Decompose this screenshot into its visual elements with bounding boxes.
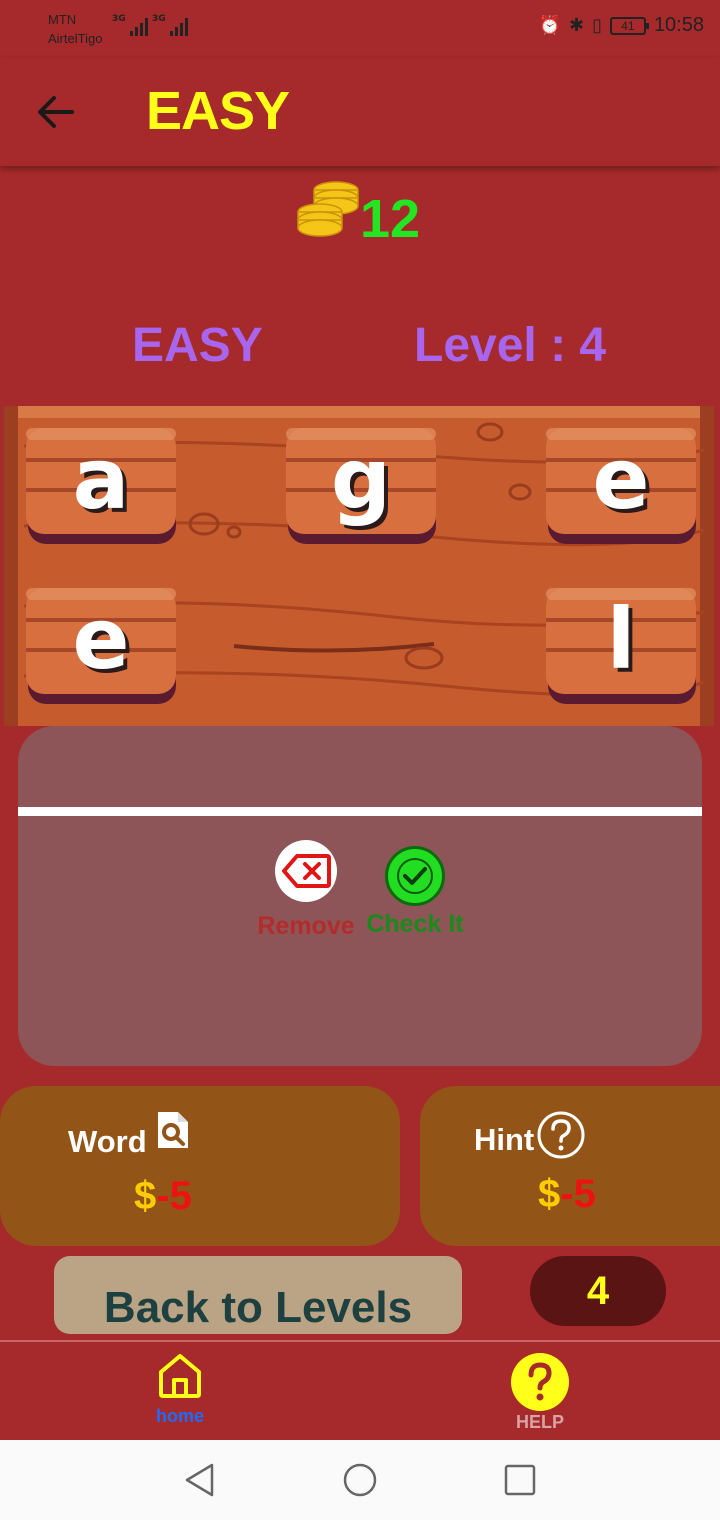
carrier-2: AirtelTigo: [48, 31, 103, 46]
word-label: Word: [68, 1124, 147, 1159]
app-bar: EASY: [0, 58, 720, 166]
battery-level: 41: [621, 18, 635, 33]
system-home-icon[interactable]: [342, 1462, 378, 1498]
answer-panel: Remove Check It: [18, 726, 702, 1066]
word-cost-value: -5: [156, 1174, 192, 1218]
hint-currency: $: [538, 1172, 561, 1216]
letter-tile-g[interactable]: g: [282, 424, 440, 546]
status-right: ⏰ ✱ ▯ 41 10:58: [539, 14, 704, 37]
clock: 10:58: [653, 14, 704, 36]
help-icon: [511, 1353, 569, 1411]
hint-cost-value: -5: [560, 1172, 596, 1216]
bluetooth-icon: ✱: [568, 15, 585, 35]
tile-letter: g: [330, 430, 392, 528]
word-search-icon: [158, 1112, 188, 1148]
status-bar: MTN AirtelTigo 3G 3G ⏰ ✱ ▯ 41 10:58: [0, 0, 720, 58]
network-type-2: 3G: [152, 14, 166, 24]
carrier-1: MTN: [48, 12, 77, 27]
page-title: EASY: [146, 81, 290, 141]
hint-powerup-button[interactable]: Hint $-5: [420, 1086, 720, 1246]
nav-home-label: home: [155, 1406, 204, 1426]
letter-tile-e-2[interactable]: e: [22, 584, 180, 706]
tile-letter: l: [606, 590, 636, 688]
back-to-levels-button[interactable]: Back to Levels: [54, 1256, 462, 1334]
letter-tile-a[interactable]: a: [22, 424, 180, 546]
letter-tile-l[interactable]: l: [542, 584, 700, 706]
remove-label: Remove: [257, 912, 355, 940]
word-powerup-button[interactable]: Word $-5: [0, 1086, 400, 1246]
check-icon: [385, 846, 445, 906]
answer-divider: [18, 807, 702, 816]
letter-tile-e[interactable]: e: [542, 424, 700, 546]
coin-count: 12: [360, 189, 421, 249]
system-recents-icon[interactable]: [502, 1462, 538, 1498]
back-arrow-icon: [38, 96, 74, 128]
carrier-names: MTN AirtelTigo: [48, 10, 102, 48]
check-label: Check It: [366, 910, 464, 938]
alarm-icon: ⏰: [538, 15, 561, 35]
bottom-nav: home HELP: [0, 1340, 720, 1440]
tile-letter: e: [72, 590, 130, 688]
check-button[interactable]: Check It: [360, 846, 470, 939]
hint-cost: $-5: [538, 1172, 596, 1217]
vibrate-icon: ▯: [592, 15, 602, 35]
battery-icon: 41: [609, 16, 649, 35]
word-cost: $-5: [134, 1174, 192, 1219]
difficulty-label: EASY: [132, 319, 263, 372]
tile-letter: e: [592, 430, 650, 528]
remove-icon: [275, 840, 337, 902]
signal-1-icon: 3G: [112, 14, 148, 36]
word-currency: $: [134, 1174, 157, 1218]
home-icon: [159, 1354, 201, 1398]
hint-label: Hint: [474, 1122, 535, 1157]
nav-item-home[interactable]: home: [120, 1352, 240, 1427]
network-type-1: 3G: [112, 14, 126, 24]
hint-question-icon: [537, 1111, 585, 1159]
remove-button[interactable]: Remove: [256, 840, 356, 941]
system-navigation-bar: [0, 1440, 720, 1520]
level-number-badge: 4: [530, 1256, 666, 1326]
nav-help-label: HELP: [515, 1412, 564, 1432]
nav-item-help[interactable]: HELP: [480, 1352, 600, 1433]
signal-2-icon: 3G: [152, 14, 188, 36]
level-label: Level : 4: [414, 319, 607, 372]
tile-letter: a: [72, 430, 130, 528]
back-button[interactable]: [30, 86, 82, 138]
system-back-icon[interactable]: [182, 1462, 218, 1498]
